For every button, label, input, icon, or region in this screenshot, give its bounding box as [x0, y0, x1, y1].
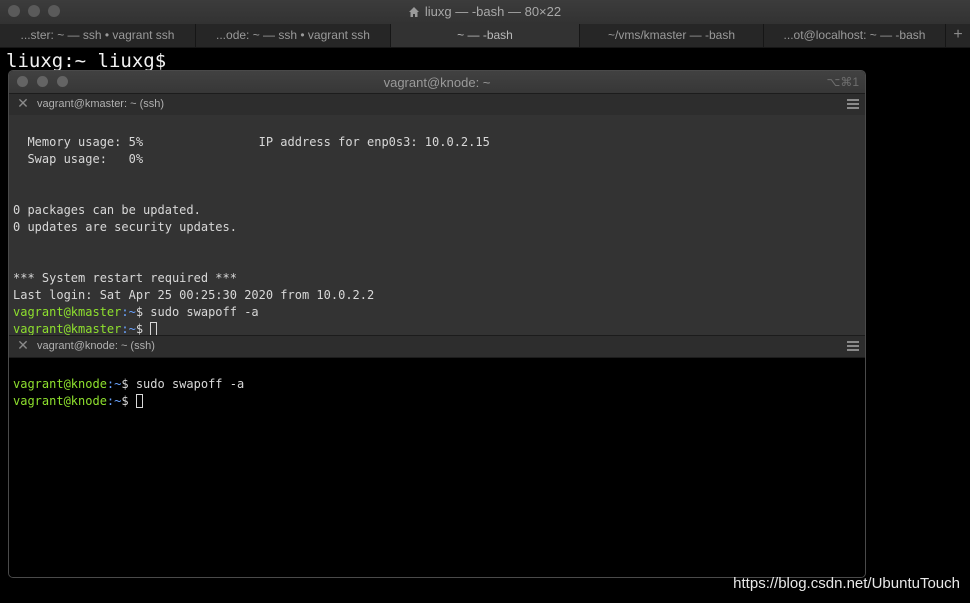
terminal-line: Swap usage: 0%	[13, 152, 144, 166]
close-icon[interactable]: ✕	[16, 338, 30, 352]
home-icon	[408, 7, 419, 17]
bottom-pane-title: vagrant@knode: ~ (ssh)	[37, 340, 155, 352]
inner-terminal-window: vagrant@knode: ~ ⌥⌘1 ✕ vagrant@kmaster: …	[8, 70, 866, 578]
prompt-symbol: $	[121, 394, 136, 408]
tab-localhost-bash[interactable]: ...ot@localhost: ~ — -bash	[764, 24, 946, 47]
terminal-line: Last login: Sat Apr 25 00:25:30 2020 fro…	[13, 288, 375, 302]
prompt-path: :~	[106, 377, 122, 391]
top-pane-title: vagrant@kmaster: ~ (ssh)	[37, 98, 165, 110]
terminal-line: 0 updates are security updates.	[13, 220, 237, 234]
menu-icon[interactable]	[847, 99, 859, 109]
top-pane-terminal[interactable]: Memory usage: 5% IP address for enp0s3: …	[9, 115, 865, 336]
prompt-symbol: $	[135, 322, 151, 336]
window-shortcut: ⌥⌘1	[826, 75, 859, 89]
terminal-line: Memory usage: 5% IP address for enp0s3: …	[13, 135, 490, 149]
window-title: liuxg — -bash — 80×22	[0, 4, 970, 19]
window-title-text: liuxg — -bash — 80×22	[424, 4, 562, 19]
typed-command: sudo swapoff -a	[135, 377, 245, 391]
prompt-path: :~	[106, 394, 122, 408]
prompt-symbol: $	[121, 377, 136, 391]
outer-terminal-prompt: liuxg:~ liuxg$	[6, 50, 167, 72]
prompt-path: :~	[121, 305, 136, 319]
outer-titlebar: liuxg — -bash — 80×22	[0, 0, 970, 25]
command-line: vagrant@kmaster:~$ sudo swapoff -a	[13, 304, 865, 321]
tab-kmaster-ssh[interactable]: ...ster: ~ — ssh • vagrant ssh	[0, 24, 196, 47]
tab-kmaster-bash[interactable]: ~/vms/kmaster — -bash	[580, 24, 764, 47]
prompt-user: vagrant@kmaster	[13, 322, 122, 336]
prompt-user: vagrant@knode	[13, 377, 107, 391]
terminal-cursor	[150, 322, 158, 336]
bottom-pane-terminal[interactable]: vagrant@knode:~$ sudo swapoff -a vagrant@…	[9, 358, 865, 577]
active-prompt-line: vagrant@knode:~$	[13, 393, 865, 410]
terminal-line: *** System restart required ***	[13, 271, 237, 285]
command-line: vagrant@knode:~$ sudo swapoff -a	[13, 376, 865, 393]
inner-titlebar: vagrant@knode: ~ ⌥⌘1	[9, 71, 865, 94]
inner-window-title: vagrant@knode: ~	[383, 75, 491, 90]
tab-knode-ssh[interactable]: ...ode: ~ — ssh • vagrant ssh	[196, 24, 391, 47]
close-icon[interactable]: ✕	[16, 96, 30, 110]
tab-bar: ...ster: ~ — ssh • vagrant ssh ...ode: ~…	[0, 24, 970, 48]
prompt-user: vagrant@knode	[13, 394, 107, 408]
top-pane-header: ✕ vagrant@kmaster: ~ (ssh)	[9, 93, 865, 116]
add-tab-button[interactable]: +	[946, 24, 970, 47]
terminal-line: 0 packages can be updated.	[13, 203, 201, 217]
tab-home-bash[interactable]: ~ — -bash	[391, 24, 580, 47]
typed-command: sudo swapoff -a	[150, 305, 259, 319]
bottom-pane-header: ✕ vagrant@knode: ~ (ssh)	[9, 335, 865, 358]
prompt-path: :~	[121, 322, 136, 336]
prompt-user: vagrant@kmaster	[13, 305, 122, 319]
prompt-symbol: $	[135, 305, 151, 319]
terminal-cursor	[135, 394, 143, 408]
menu-icon[interactable]	[847, 341, 859, 351]
watermark: https://blog.csdn.net/UbuntuTouch	[733, 575, 960, 592]
